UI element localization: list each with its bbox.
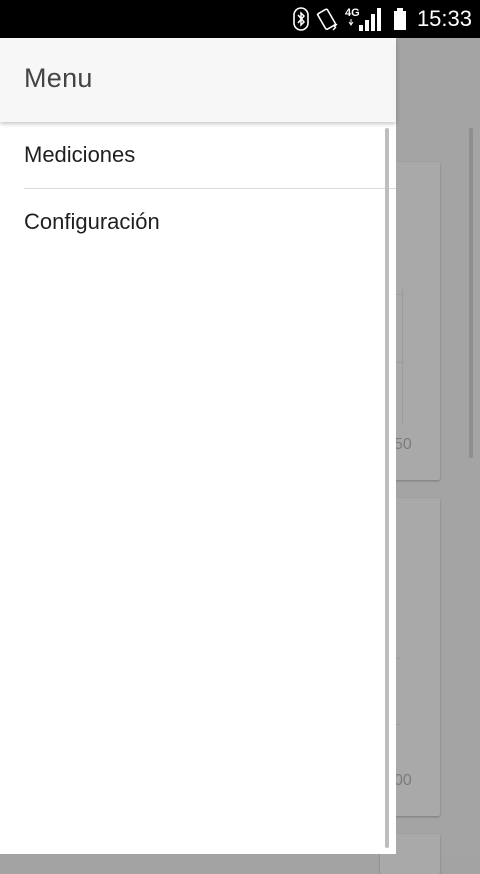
battery-icon <box>393 7 407 31</box>
menu-item-label: Configuración <box>24 209 160 234</box>
status-icons: 4G 15:33 <box>293 0 472 38</box>
axis-tick-label: 00 <box>394 772 412 789</box>
network-type-label: 4G <box>345 7 360 19</box>
background-scrollbar <box>469 128 473 458</box>
status-bar: 4G 15:33 <box>0 0 480 38</box>
drawer-menu-list: Mediciones Configuración <box>0 122 396 255</box>
drawer-scrollbar[interactable] <box>385 128 389 848</box>
vibrate-icon <box>315 7 339 31</box>
drawer-title: Menu <box>24 63 93 93</box>
menu-item-mediciones[interactable]: Mediciones <box>24 122 396 188</box>
axis-tick-label: 50 <box>394 436 412 453</box>
gridline <box>402 288 403 424</box>
menu-item-label: Mediciones <box>24 142 136 167</box>
signal-icon: 4G <box>345 5 387 33</box>
bluetooth-icon <box>293 7 309 31</box>
menu-item-configuracion[interactable]: Configuración <box>24 189 396 255</box>
status-time: 15:33 <box>416 6 472 31</box>
drawer-header: Menu <box>0 38 396 122</box>
navigation-drawer: Menu Mediciones Configuración <box>0 38 396 854</box>
